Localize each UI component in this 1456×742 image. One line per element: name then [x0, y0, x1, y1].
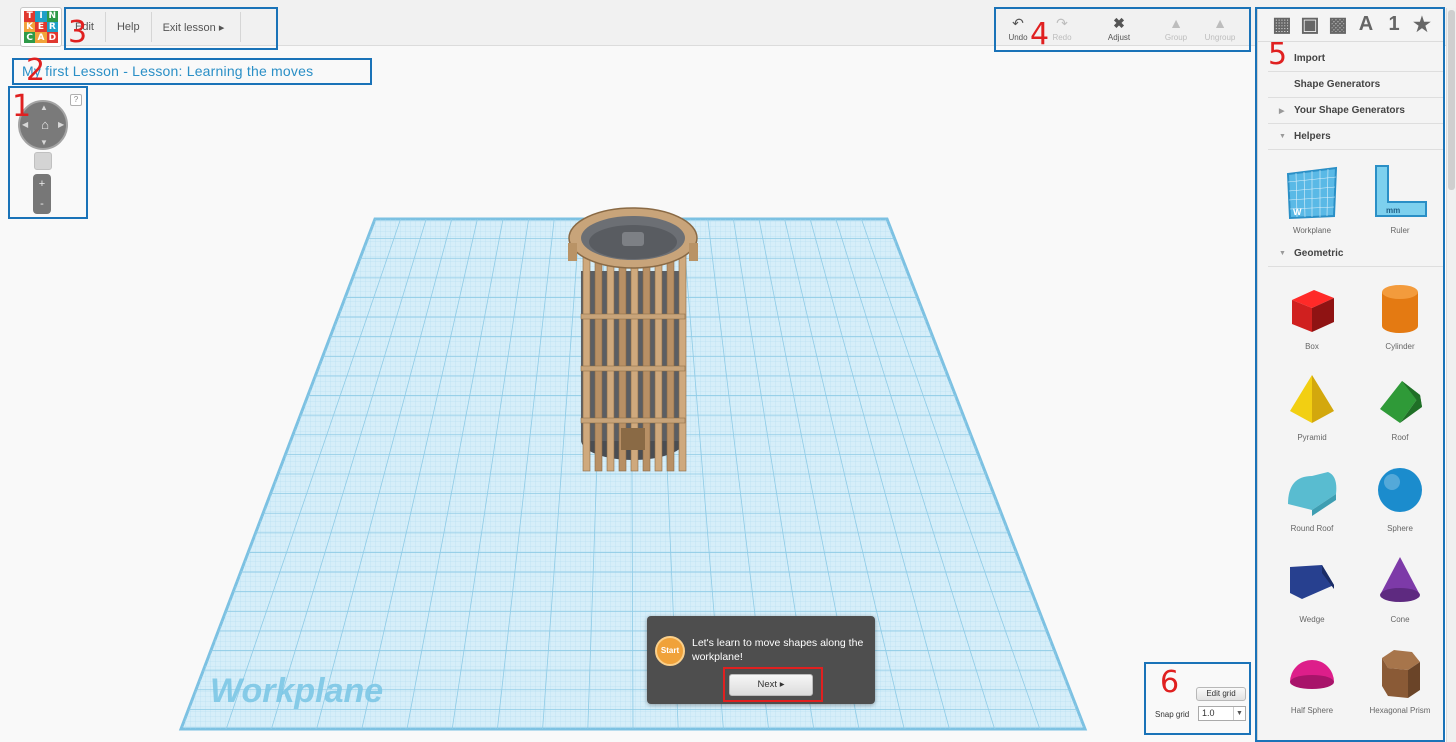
svg-text:W: W — [1293, 207, 1302, 217]
zoom-control: + - — [33, 174, 51, 214]
logo-letter: R — [46, 21, 58, 33]
menu-help[interactable]: Help — [106, 12, 152, 42]
snap-grid-value: 1.0 — [1202, 708, 1215, 718]
view-controls: ▲ ▼ ◀ ▶ ⌂ ? + - — [10, 88, 86, 216]
workplane-helper-icon: W — [1286, 166, 1338, 220]
edit-grid-button[interactable]: Edit grid — [1196, 687, 1246, 701]
wedge-shape-icon — [1290, 565, 1334, 599]
sphere-shape-icon — [1378, 468, 1422, 512]
roof-shape-icon — [1380, 381, 1422, 423]
orbit-up-icon[interactable]: ▲ — [40, 103, 48, 112]
logo-letter: E — [35, 21, 47, 33]
shape-pyramid[interactable]: Pyramid — [1268, 361, 1356, 452]
orbit-control[interactable]: ▲ ▼ ◀ ▶ ⌂ — [18, 100, 68, 150]
undo-icon: ↶ — [1012, 15, 1024, 31]
sidebar-helpers[interactable]: ▼ Helpers — [1268, 124, 1444, 150]
logo-letter: N — [46, 11, 58, 22]
chevron-down-icon: ▼ — [1233, 707, 1245, 720]
lesson-title: My first Lesson - Lesson: Learning the m… — [22, 63, 314, 79]
sidebar-scrollbar[interactable] — [1446, 8, 1456, 742]
adjust-icon: ✖ — [1113, 15, 1125, 31]
menu-edit[interactable]: Edit — [64, 12, 106, 42]
geometric-shapes-grid: Box Cylinder Pyramid Roof Round Roof Sphere We… — [1268, 270, 1444, 725]
ungroup-icon: ▲ — [1213, 15, 1227, 31]
edit-toolbar: ↶ Undo ↷ Redo ✖ Adjust ▲ Group ▲ Ungroup — [996, 8, 1250, 52]
helper-ruler[interactable]: mm Ruler — [1356, 154, 1444, 245]
main-menu: Edit Help Exit lesson ▸ — [64, 8, 242, 46]
ruler-helper-icon: mm — [1375, 165, 1427, 217]
grid-controls: Edit grid Snap grid 1.0 ▼ — [1146, 664, 1250, 732]
ungroup-button[interactable]: ▲ Ungroup — [1198, 8, 1242, 48]
number-tab-icon[interactable]: 1 — [1383, 13, 1405, 36]
cube-tab-icon[interactable]: ▣ — [1299, 14, 1321, 36]
scrollbar-thumb[interactable] — [1448, 10, 1455, 190]
adjust-button[interactable]: ✖ Adjust — [1084, 8, 1154, 48]
orbit-left-icon[interactable]: ◀ — [22, 120, 28, 129]
shape-sphere[interactable]: Sphere — [1356, 452, 1444, 543]
home-icon[interactable]: ⌂ — [37, 117, 53, 133]
shape-wedge[interactable]: Wedge — [1268, 543, 1356, 634]
fit-view-button[interactable] — [34, 152, 52, 170]
cylinder-shape-icon — [1382, 285, 1418, 333]
logo-letter: C — [24, 32, 36, 43]
redo-button[interactable]: ↷ Redo — [1040, 8, 1084, 48]
group-icon: ▲ — [1169, 15, 1183, 31]
sidebar-import[interactable]: Import — [1268, 46, 1444, 72]
logo-letter: D — [46, 32, 58, 43]
hexagonal-prism-shape-icon — [1382, 650, 1420, 698]
3d-viewport[interactable]: Workplane — [0, 46, 1256, 742]
snap-grid-select[interactable]: 1.0 ▼ — [1198, 706, 1246, 721]
zoom-in-button[interactable]: + — [33, 174, 51, 194]
logo-letter: I — [35, 11, 47, 22]
shape-cone[interactable]: Cone — [1356, 543, 1444, 634]
lesson-instruction: Let's learn to move shapes along the wor… — [692, 637, 864, 663]
orbit-right-icon[interactable]: ▶ — [58, 120, 64, 129]
collapse-arrow-icon: ▼ — [1279, 133, 1286, 140]
tinkercad-logo[interactable]: TINKERCAD — [20, 7, 62, 47]
zoom-out-button[interactable]: - — [33, 194, 51, 214]
menu-exit-lesson[interactable]: Exit lesson ▸ — [152, 12, 242, 42]
snap-grid-label: Snap grid — [1155, 710, 1190, 719]
sidebar-shape-generators[interactable]: Shape Generators — [1268, 72, 1444, 98]
logo-letter: A — [35, 32, 47, 43]
pyramid-shape-icon — [1290, 375, 1334, 423]
logo-letter: T — [24, 11, 36, 22]
collapse-arrow-icon: ▼ — [1279, 250, 1286, 257]
tower-model[interactable] — [568, 207, 698, 472]
lesson-popup: Start Let's learn to move shapes along t… — [647, 616, 875, 704]
shape-cylinder[interactable]: Cylinder — [1356, 270, 1444, 361]
box-shape-icon — [1292, 290, 1334, 332]
cone-shape-icon — [1380, 557, 1420, 602]
sidebar-tabs: ▦ ▣ ▩ A 1 ★ — [1258, 8, 1445, 42]
workplane-tab-icon[interactable]: ▦ — [1271, 14, 1293, 36]
orbit-down-icon[interactable]: ▼ — [40, 138, 48, 147]
shape-hexagonal-prism[interactable]: Hexagonal Prism — [1356, 634, 1444, 725]
half-sphere-shape-icon — [1290, 660, 1334, 689]
helpers-grid: W Workplane mm Ruler — [1268, 154, 1444, 245]
view-help-button[interactable]: ? — [70, 94, 82, 106]
workplane-scene[interactable] — [0, 46, 1256, 742]
shape-box[interactable]: Box — [1268, 270, 1356, 361]
sidebar-geometric[interactable]: ▼ Geometric — [1268, 241, 1444, 267]
shape-round-roof[interactable]: Round Roof — [1268, 452, 1356, 543]
shapes-sidebar: ▦ ▣ ▩ A 1 ★ Import Shape Generators ▶ Your Sha… — [1257, 8, 1445, 742]
undo-button[interactable]: ↶ Undo — [996, 8, 1040, 48]
workplane-label: Workplane — [210, 672, 384, 710]
expand-arrow-icon: ▶ — [1279, 107, 1285, 115]
star-tab-icon[interactable]: ★ — [1411, 14, 1433, 36]
sidebar-your-shape-generators[interactable]: ▶ Your Shape Generators — [1268, 98, 1444, 124]
next-button[interactable]: Next ▸ — [729, 674, 813, 696]
shape-roof[interactable]: Roof — [1356, 361, 1444, 452]
svg-text:mm: mm — [1386, 206, 1400, 215]
round-roof-shape-icon — [1288, 472, 1337, 516]
start-badge: Start — [655, 636, 685, 666]
redo-icon: ↷ — [1056, 15, 1068, 31]
shape-half-sphere[interactable]: Half Sphere — [1268, 634, 1356, 725]
components-tab-icon[interactable]: ▩ — [1327, 14, 1349, 36]
text-tab-icon[interactable]: A — [1355, 13, 1377, 36]
group-button[interactable]: ▲ Group — [1154, 8, 1198, 48]
helper-workplane[interactable]: W Workplane — [1268, 154, 1356, 245]
logo-letter: K — [24, 21, 36, 33]
